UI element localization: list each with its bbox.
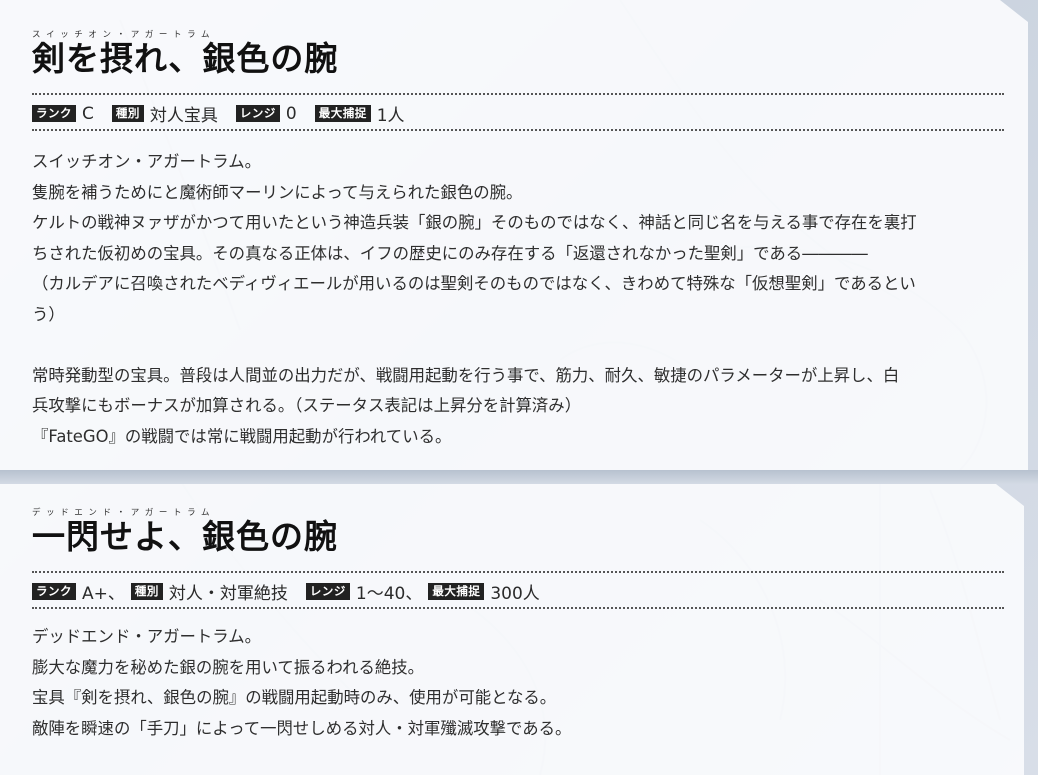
- max-targets-value: 1人: [376, 106, 405, 126]
- rank-tag: ランク: [32, 583, 76, 600]
- dotted-divider: [32, 607, 1004, 609]
- description-line: う）: [32, 304, 65, 324]
- rank-value: C: [82, 103, 94, 124]
- max-targets-tag: 最大捕捉: [314, 105, 371, 122]
- stats-row: ランク C 種別 対人宝具 レンジ 0 最大捕捉 1人: [32, 101, 423, 126]
- noble-phantasm-title: 一閃せよ、銀色の腕: [32, 517, 338, 556]
- description-line: 隻腕を補うためにと魔術師マーリンによって与えられた銀色の腕。: [32, 182, 523, 202]
- description-line: 膨大な魔力を秘めた銀の腕を用いて振るわれる絶技。: [32, 657, 425, 677]
- max-targets-tag: 最大捕捉: [428, 583, 485, 600]
- description-line: 宝具『剣を摂れ、銀色の腕』の戦闘用起動時のみ、使用が可能となる。: [32, 688, 557, 707]
- description-line: 兵攻撃にもボーナスが加算される。（ステータス表記は上昇分を計算済み）: [32, 396, 582, 415]
- panel-separator: [0, 470, 1038, 484]
- range-tag: レンジ: [235, 105, 280, 122]
- description: デッドエンド・アガートラム。 膨大な魔力を秘めた銀の腕を用いて振るわれる絶技。 …: [32, 622, 1007, 744]
- range-tag: レンジ: [305, 583, 350, 600]
- description-line: 常時発動型の宝具。普段は人間並の出力だが、戦闘用起動を行う事で、筋力、耐久、敏捷…: [32, 365, 900, 385]
- description-line: （カルデアに召喚されたベディヴィエールが用いるのは聖剣そのものではなく、きわめて…: [32, 274, 916, 293]
- noble-phantasm-title: 剣を摂れ、銀色の腕: [32, 39, 339, 78]
- range-value: 1～40、: [355, 584, 423, 604]
- description-line: 敵陣を瞬速の「手刀」によって一閃せしめる対人・対軍殲滅攻撃である。: [32, 718, 572, 738]
- description-line: ケルトの戦神ヌァザがかつて用いたという神造兵装「銀の腕」そのものではなく、神話と…: [32, 213, 917, 232]
- max-targets-value: 300人: [490, 584, 540, 604]
- type-value: 対人・対軍絶技: [168, 584, 288, 604]
- type-tag: 種別: [111, 105, 144, 122]
- description-spacer: [32, 330, 1007, 361]
- noble-phantasm-panel-2: デッドエンド・アガートラム 一閃せよ、銀色の腕 ランク A+、 種別 対人・対軍…: [0, 484, 1024, 775]
- description-line: デッドエンド・アガートラム。: [32, 627, 261, 646]
- dotted-divider: [32, 93, 1004, 95]
- description-line: 『FateGO』の戦闘では常に戦闘用起動が行われている。: [32, 426, 452, 446]
- type-value: 対人宝具: [149, 106, 218, 126]
- rank-tag: ランク: [32, 105, 76, 122]
- noble-phantasm-title-block: スイッチオン・アガートラム 剣を摂れ、銀色の腕: [32, 30, 338, 78]
- dotted-divider: [32, 571, 1004, 573]
- dotted-divider: [32, 129, 1004, 131]
- description-line: スイッチオン・アガートラム。: [32, 152, 261, 171]
- rank-value: A+、: [82, 584, 125, 604]
- type-tag: 種別: [130, 583, 163, 600]
- range-value: 0: [285, 103, 297, 124]
- stats-row: ランク A+、 種別 対人・対軍絶技 レンジ 1～40、 最大捕捉 300人: [32, 579, 558, 604]
- noble-phantasm-title-block: デッドエンド・アガートラム 一閃せよ、銀色の腕: [32, 508, 338, 556]
- description-line: ちされた仮初めの宝具。その真なる正体は、イフの歴史にのみ存在する「返還されなかっ…: [32, 243, 868, 263]
- description: スイッチオン・アガートラム。 隻腕を補うためにと魔術師マーリンによって与えられた…: [32, 147, 1007, 452]
- noble-phantasm-panel-1: スイッチオン・アガートラム 剣を摂れ、銀色の腕 ランク C 種別 対人宝具 レン…: [0, 0, 1028, 470]
